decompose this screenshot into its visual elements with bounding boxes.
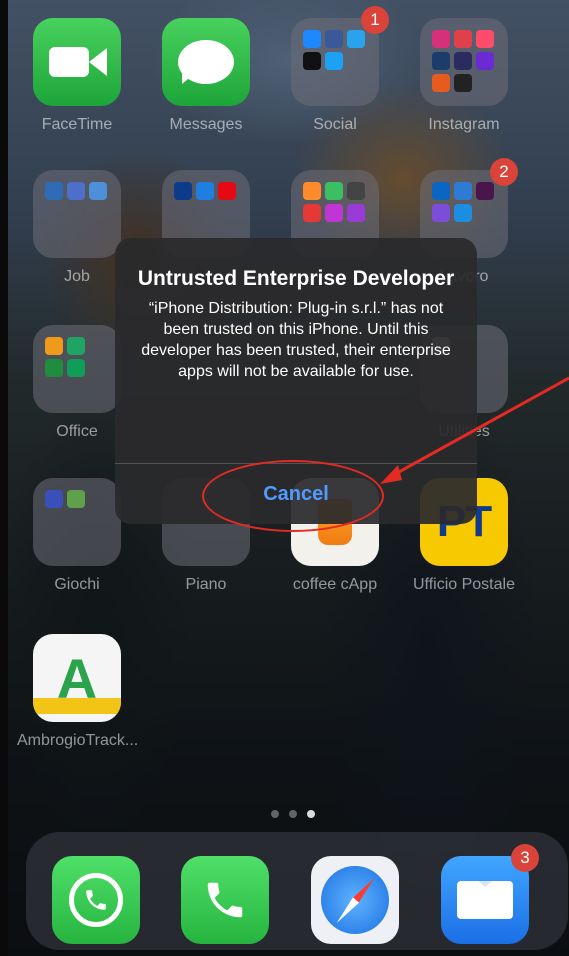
- folder-icon: [420, 18, 508, 106]
- app-ambrogiotrack[interactable]: A AmbrogioTrack...: [17, 634, 139, 750]
- notification-badge: 1: [361, 6, 389, 34]
- messages-icon: [162, 18, 250, 106]
- dock: 3: [26, 832, 568, 950]
- app-label: FaceTime: [41, 116, 113, 133]
- screenshot-border: [0, 0, 8, 956]
- annotation-ellipse: [202, 460, 384, 532]
- phone-icon[interactable]: [181, 856, 269, 944]
- folder-social[interactable]: 1 Social: [275, 6, 395, 134]
- app-label: Messages: [169, 116, 243, 133]
- app-label: Giochi: [54, 576, 100, 593]
- page-indicator[interactable]: [271, 810, 315, 818]
- app-label: Social: [313, 116, 357, 133]
- folder-icon: [33, 325, 121, 413]
- app-label: Piano: [185, 576, 227, 593]
- facetime-icon: [33, 18, 121, 106]
- alert-message: “iPhone Distribution: Plug-in s.r.l.” ha…: [141, 300, 451, 380]
- notification-badge: 3: [511, 844, 539, 872]
- app-label: Ufficio Postale: [413, 576, 515, 593]
- mail-icon[interactable]: 3: [441, 844, 539, 944]
- ambrogio-logo-icon: A: [33, 634, 121, 722]
- folder-icon: [33, 170, 121, 258]
- folder-icon: [33, 478, 121, 566]
- page-dot: [289, 810, 297, 818]
- app-messages[interactable]: Messages: [146, 18, 266, 134]
- alert-title: Untrusted Enterprise Developer: [137, 267, 455, 290]
- app-label: coffee cApp: [292, 576, 378, 593]
- notification-badge: 2: [490, 158, 518, 186]
- page-dot-active: [307, 810, 315, 818]
- app-label: Instagram: [428, 116, 500, 133]
- page-dot: [271, 810, 279, 818]
- whatsapp-icon[interactable]: [52, 856, 140, 944]
- folder-icon: 1: [291, 6, 389, 106]
- icon-glyph: A: [56, 646, 98, 710]
- safari-icon[interactable]: [311, 856, 399, 944]
- app-facetime[interactable]: FaceTime: [17, 18, 137, 134]
- app-label: AmbrogioTrack...: [17, 732, 139, 749]
- folder-instagram[interactable]: Instagram: [404, 18, 524, 134]
